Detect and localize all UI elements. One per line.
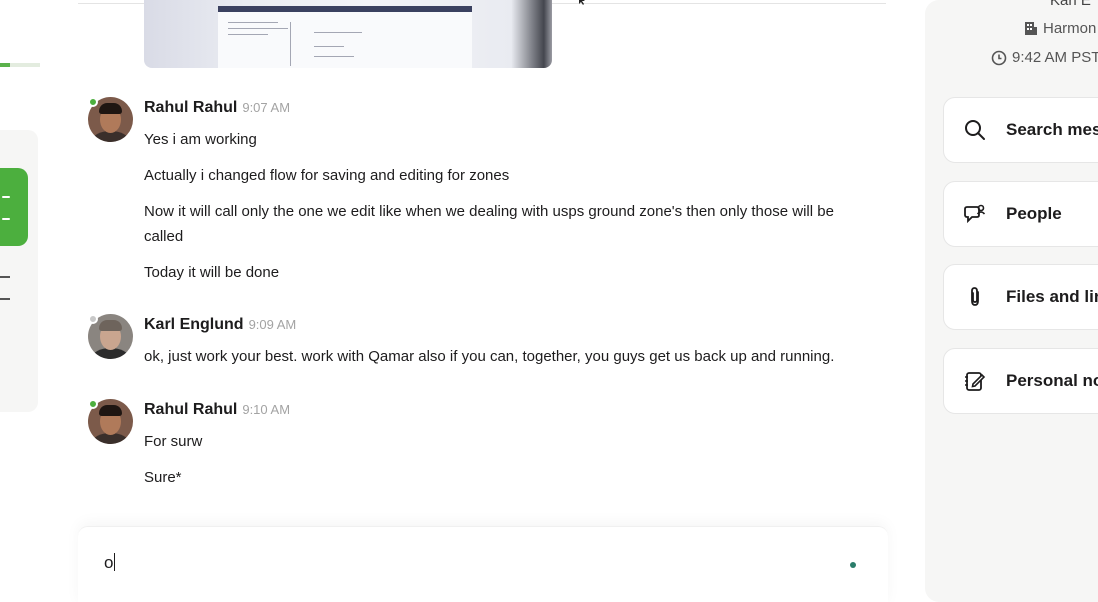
screenshot-text-line	[228, 34, 268, 35]
message-text: Now it will call only the one we edit li…	[144, 203, 834, 245]
message-timestamp[interactable]: 9:07 AM	[242, 100, 290, 115]
presence-away-indicator	[88, 314, 98, 324]
message-text: Actually i changed flow for saving and e…	[144, 167, 510, 184]
shared-screenshot-image[interactable]	[144, 0, 552, 68]
message-header: Rahul Rahul 9:07 AM	[144, 99, 290, 117]
send-status-dot[interactable]	[850, 562, 856, 568]
personal-notes-label: Personal no	[1006, 371, 1098, 390]
sidebar-progress-fill	[0, 63, 10, 67]
screenshot-text-line	[314, 46, 344, 47]
people-button[interactable]: People	[943, 181, 1098, 247]
screenshot-text-line	[228, 22, 278, 23]
sidebar-active-item[interactable]	[0, 168, 28, 246]
paperclip-icon	[962, 284, 988, 310]
sidebar-item-mark	[0, 276, 10, 278]
message-timestamp[interactable]: 9:10 AM	[242, 402, 290, 417]
people-icon	[962, 201, 988, 227]
message-pane: Rahul Rahul 9:07 AM Yes i am working Actu…	[78, 0, 888, 602]
screenshot-divider	[290, 22, 291, 66]
personal-notes-button[interactable]: Personal no	[943, 348, 1098, 414]
presence-online-indicator	[88, 399, 98, 409]
sidebar-item-mark	[0, 298, 10, 300]
sender-name[interactable]: Rahul Rahul	[144, 99, 237, 116]
message-composer[interactable]: o	[78, 526, 888, 602]
note-edit-icon	[962, 368, 988, 394]
search-messages-label: Search mes	[1006, 120, 1098, 139]
profile-organization: Harmon	[1023, 20, 1096, 37]
left-sidebar	[0, 0, 40, 602]
message-timestamp[interactable]: 9:09 AM	[249, 317, 297, 332]
profile-local-time: 9:42 AM PST	[991, 49, 1098, 66]
text-caret	[114, 553, 116, 571]
sender-name[interactable]: Rahul Rahul	[144, 401, 237, 418]
message-input[interactable]: o	[104, 553, 116, 573]
message-text: ok, just work your best. work with Qamar…	[144, 348, 835, 365]
clock-icon	[991, 50, 1007, 65]
message-text: Yes i am working	[144, 131, 257, 148]
people-label: People	[1006, 204, 1062, 223]
screenshot-text-line	[314, 56, 354, 57]
message-text: Sure*	[144, 469, 182, 486]
screenshot-page	[218, 12, 472, 68]
files-and-links-button[interactable]: Files and lin	[943, 264, 1098, 330]
sidebar-item-mark	[2, 218, 10, 220]
mouse-cursor-icon	[579, 0, 585, 5]
profile-name: Karl E	[1050, 0, 1091, 9]
profile-panel: Karl E Harmon 9:42 AM PST Search mes Peo…	[925, 0, 1098, 602]
screenshot-text-line	[228, 28, 288, 29]
sidebar-progress-bar	[0, 63, 40, 67]
sender-name[interactable]: Karl Englund	[144, 316, 244, 333]
screenshot-text-line	[314, 32, 362, 33]
message-input-value: o	[104, 553, 114, 572]
organization-name: Harmon	[1043, 20, 1097, 37]
message-text: Today it will be done	[144, 264, 280, 281]
message-header: Rahul Rahul 9:10 AM	[144, 401, 290, 419]
building-icon	[1025, 22, 1037, 35]
sidebar-item-mark	[2, 196, 10, 198]
files-and-links-label: Files and lin	[1006, 287, 1098, 306]
local-time-text: 9:42 AM PST	[1012, 49, 1098, 66]
search-messages-button[interactable]: Search mes	[943, 97, 1098, 163]
search-icon	[962, 117, 988, 143]
presence-online-indicator	[88, 97, 98, 107]
message-header: Karl Englund 9:09 AM	[144, 316, 296, 334]
message-text: For surw	[144, 433, 203, 450]
